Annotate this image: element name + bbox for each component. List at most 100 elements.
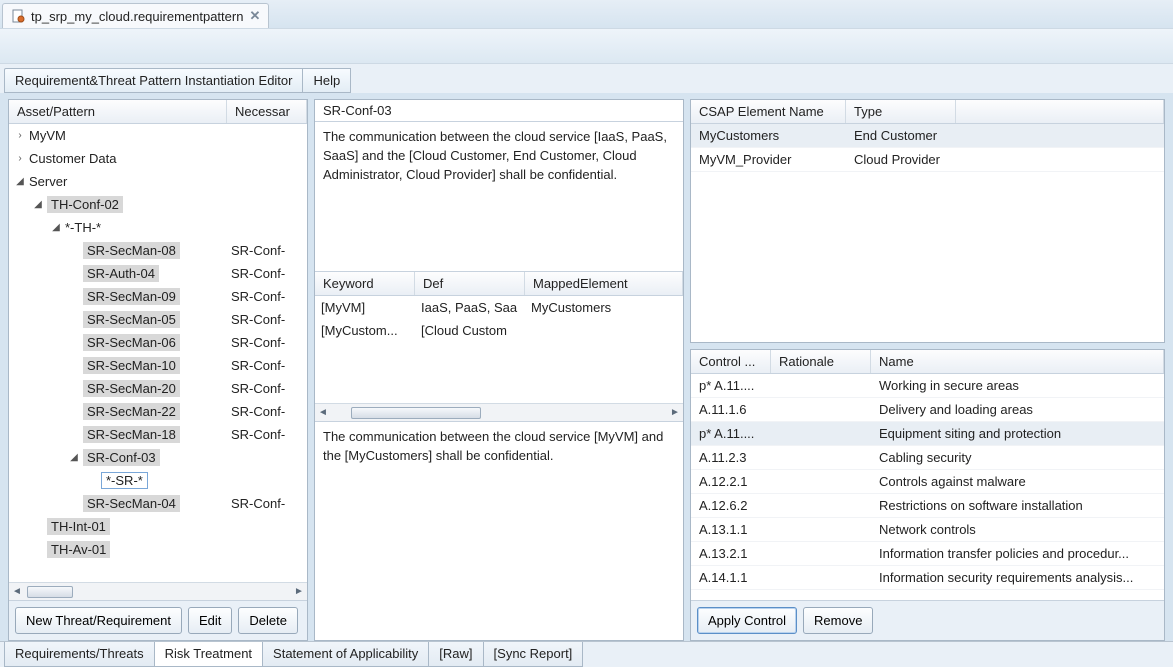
delete-button[interactable]: Delete	[238, 607, 298, 634]
instantiated-text: The communication between the cloud serv…	[315, 422, 683, 640]
tree-hscroll[interactable]: ◄ ►	[9, 582, 307, 600]
col-asset[interactable]: Asset/Pattern	[9, 100, 227, 123]
col-keyword[interactable]: Keyword	[315, 272, 415, 295]
tree[interactable]: ›MyVM›Customer Data◢Server◢TH-Conf-02◢*-…	[9, 124, 307, 582]
control-row[interactable]: A.12.2.1Controls against malware	[691, 470, 1164, 494]
tab-raw[interactable]: [Raw]	[428, 642, 483, 667]
csap-body[interactable]: MyCustomersEnd CustomerMyVM_ProviderClou…	[691, 124, 1164, 342]
twisty-icon[interactable]: ◢	[69, 452, 79, 463]
control-cell-name: Equipment siting and protection	[871, 424, 1164, 443]
csap-row[interactable]: MyVM_ProviderCloud Provider	[691, 148, 1164, 172]
tree-necessary-value: SR-Conf-	[227, 427, 307, 442]
menu-editor[interactable]: Requirement&Threat Pattern Instantiation…	[4, 68, 303, 93]
twisty-icon[interactable]: ◢	[33, 199, 43, 210]
control-row[interactable]: A.14.1.1Information security requirement…	[691, 566, 1164, 590]
col-control[interactable]: Control ...	[691, 350, 771, 373]
keyword-row[interactable]: [MyVM]IaaS, PaaS, SaaMyCustomers	[315, 296, 683, 319]
csap-panel: CSAP Element Name Type MyCustomersEnd Cu…	[690, 99, 1165, 343]
tree-row[interactable]: ◢Server	[9, 170, 307, 193]
col-rationale[interactable]: Rationale	[771, 350, 871, 373]
tree-row[interactable]: ◢ TH-Conf-02	[9, 193, 307, 216]
twisty-icon[interactable]: ◢	[51, 222, 61, 233]
apply-control-button[interactable]: Apply Control	[697, 607, 797, 634]
control-row[interactable]: p* A.11....Working in secure areas	[691, 374, 1164, 398]
scroll-right-icon[interactable]: ►	[667, 407, 683, 418]
tab-risk-treatment[interactable]: Risk Treatment	[154, 642, 263, 667]
tree-node-label: SR-SecMan-09	[83, 288, 180, 305]
twisty-icon[interactable]: ◢	[15, 176, 25, 187]
tree-row[interactable]: SR-Auth-04SR-Conf-	[9, 262, 307, 285]
col-def[interactable]: Def	[415, 272, 525, 295]
tab-statement-applicability[interactable]: Statement of Applicability	[262, 642, 429, 667]
menu-bar: Requirement&Threat Pattern Instantiation…	[0, 64, 1173, 93]
editor-tab-bar: tp_srp_my_cloud.requirementpattern ✕	[0, 0, 1173, 28]
tree-row[interactable]: SR-SecMan-10SR-Conf-	[9, 354, 307, 377]
tree-row[interactable]: SR-SecMan-20SR-Conf-	[9, 377, 307, 400]
controls-body[interactable]: p* A.11....Working in secure areasA.11.1…	[691, 374, 1164, 600]
tree-node-label: *-SR-*	[101, 472, 148, 489]
workspace: Asset/Pattern Necessar ›MyVM›Customer Da…	[0, 93, 1173, 641]
tree-necessary-value: SR-Conf-	[227, 496, 307, 511]
control-row[interactable]: A.12.6.2Restrictions on software install…	[691, 494, 1164, 518]
col-ctrl-name[interactable]: Name	[871, 350, 1164, 373]
tree-row[interactable]: TH-Int-01	[9, 515, 307, 538]
tree-row[interactable]: SR-SecMan-18SR-Conf-	[9, 423, 307, 446]
control-row[interactable]: A.11.2.3Cabling security	[691, 446, 1164, 470]
tree-necessary-value: SR-Conf-	[227, 266, 307, 281]
control-row[interactable]: A.13.1.1Network controls	[691, 518, 1164, 542]
tree-node-label: SR-SecMan-06	[83, 334, 180, 351]
scroll-right-icon[interactable]: ►	[291, 586, 307, 597]
col-csap-spacer	[956, 100, 1164, 123]
control-cell-rationale	[771, 408, 871, 412]
keyword-cell-def: IaaS, PaaS, Saa	[415, 298, 525, 317]
tree-row[interactable]: SR-SecMan-04SR-Conf-	[9, 492, 307, 515]
col-csap-name[interactable]: CSAP Element Name	[691, 100, 846, 123]
editor-tab[interactable]: tp_srp_my_cloud.requirementpattern ✕	[2, 3, 269, 28]
control-cell-control: A.11.1.6	[691, 400, 771, 419]
col-mapped[interactable]: MappedElement	[525, 272, 683, 295]
keyword-row[interactable]: [MyCustom...[Cloud Custom	[315, 319, 683, 342]
tree-row[interactable]: *-SR-*	[9, 469, 307, 492]
detail-panel: SR-Conf-03 The communication between the…	[314, 99, 684, 641]
edit-button[interactable]: Edit	[188, 607, 232, 634]
control-cell-control: p* A.11....	[691, 376, 771, 395]
keyword-body[interactable]: [MyVM]IaaS, PaaS, SaaMyCustomers[MyCusto…	[315, 296, 683, 403]
tree-row[interactable]: TH-Av-01	[9, 538, 307, 561]
scroll-left-icon[interactable]: ◄	[9, 586, 25, 597]
col-necessary[interactable]: Necessar	[227, 100, 307, 123]
tree-row[interactable]: ◢*-TH-*	[9, 216, 307, 239]
tree-row[interactable]: SR-SecMan-09SR-Conf-	[9, 285, 307, 308]
tab-requirements-threats[interactable]: Requirements/Threats	[4, 642, 155, 667]
new-threat-button[interactable]: New Threat/Requirement	[15, 607, 182, 634]
tree-row[interactable]: SR-SecMan-22SR-Conf-	[9, 400, 307, 423]
control-row[interactable]: A.13.2.1Information transfer policies an…	[691, 542, 1164, 566]
control-row[interactable]: A.11.1.6Delivery and loading areas	[691, 398, 1164, 422]
keyword-cell-keyword: [MyVM]	[315, 298, 415, 317]
twisty-icon[interactable]: ›	[15, 130, 25, 141]
tree-node-label: TH-Conf-02	[47, 196, 123, 213]
keyword-hscroll[interactable]: ◄ ►	[315, 403, 683, 421]
csap-cell-name: MyVM_Provider	[691, 150, 846, 169]
col-csap-type[interactable]: Type	[846, 100, 956, 123]
remove-button[interactable]: Remove	[803, 607, 873, 634]
control-row[interactable]: p* A.11....Equipment siting and protecti…	[691, 422, 1164, 446]
csap-row[interactable]: MyCustomersEnd Customer	[691, 124, 1164, 148]
control-cell-control: A.12.6.2	[691, 496, 771, 515]
scroll-left-icon[interactable]: ◄	[315, 407, 331, 418]
twisty-icon[interactable]: ›	[15, 153, 25, 164]
tree-row[interactable]: SR-SecMan-06SR-Conf-	[9, 331, 307, 354]
tree-row[interactable]: SR-SecMan-08SR-Conf-	[9, 239, 307, 262]
tree-row[interactable]: ◢SR-Conf-03	[9, 446, 307, 469]
menu-help[interactable]: Help	[302, 68, 351, 93]
control-cell-rationale	[771, 528, 871, 532]
tree-row[interactable]: ›Customer Data	[9, 147, 307, 170]
tree-row[interactable]: SR-SecMan-05SR-Conf-	[9, 308, 307, 331]
tree-node-label: SR-SecMan-08	[83, 242, 180, 259]
tree-row[interactable]: ›MyVM	[9, 124, 307, 147]
close-icon[interactable]: ✕	[249, 8, 260, 24]
asset-pattern-panel: Asset/Pattern Necessar ›MyVM›Customer Da…	[8, 99, 308, 641]
detail-title: SR-Conf-03	[315, 100, 683, 122]
tab-sync-report[interactable]: [Sync Report]	[483, 642, 584, 667]
tree-node-label: SR-SecMan-10	[83, 357, 180, 374]
control-cell-rationale	[771, 480, 871, 484]
